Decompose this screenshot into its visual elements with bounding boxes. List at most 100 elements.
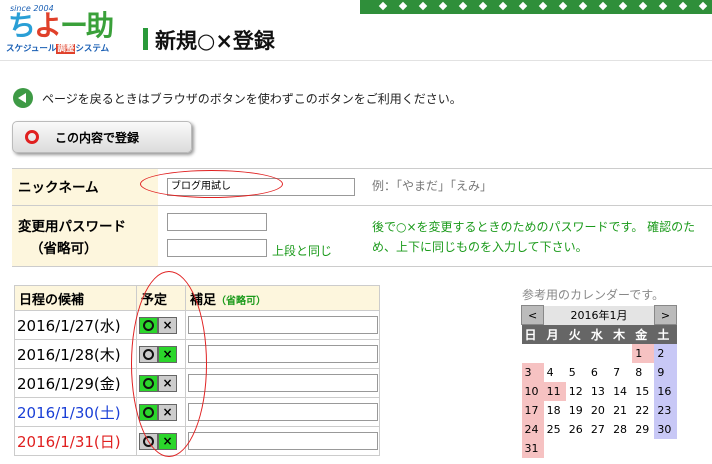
page-title: 新規○×登録 bbox=[155, 29, 275, 53]
note-input[interactable] bbox=[188, 316, 378, 334]
schedule-date: 2016/1/31(日) bbox=[14, 426, 137, 456]
calendar-week: 17 18 19 20 21 22 23 bbox=[521, 400, 677, 420]
schedule-note bbox=[185, 397, 380, 427]
back-arrow-icon[interactable] bbox=[13, 88, 33, 108]
calendar-day: 17 bbox=[521, 400, 544, 420]
calendar-month: 2016年1月 bbox=[543, 305, 655, 325]
calendar-day: 19 bbox=[568, 403, 583, 417]
password-input[interactable] bbox=[167, 213, 267, 231]
schedule-date: 2016/1/28(木) bbox=[14, 339, 137, 369]
note-input[interactable] bbox=[188, 432, 378, 450]
site-logo[interactable]: since 2004 ちよー助 スケジュール調整システム bbox=[6, 4, 118, 54]
calendar-day bbox=[632, 439, 654, 458]
schedule-note bbox=[185, 368, 380, 398]
calendar-day bbox=[588, 439, 610, 458]
entry-form: ニックネーム ブログ用試し 例：「やまだ」「えみ」 変更用パスワード （省略可） … bbox=[12, 168, 712, 267]
calendar-day: 23 bbox=[654, 400, 677, 420]
schedule-note bbox=[185, 426, 380, 456]
calendar-next-button[interactable]: > bbox=[653, 305, 678, 325]
calendar-day: 10 bbox=[521, 381, 544, 401]
calendar-day: 26 bbox=[568, 422, 583, 436]
calendar-day: 2 bbox=[654, 343, 677, 363]
calendar-weekday: 木 bbox=[610, 324, 633, 344]
calendar-day: 3 bbox=[521, 362, 544, 382]
calendar-day: 8 bbox=[635, 365, 643, 379]
schedule-date: 2016/1/29(金) bbox=[14, 368, 137, 398]
schedule-note bbox=[185, 339, 380, 369]
password-same-note: 上段と同じ bbox=[272, 244, 333, 258]
calendar-day: 4 bbox=[546, 365, 554, 379]
register-button[interactable]: この内容で登録 bbox=[12, 121, 192, 153]
back-instruction: ページを戻るときはブラウザのボタンを使わずこのボタンをご利用ください。 bbox=[42, 92, 462, 106]
calendar-day: 22 bbox=[635, 403, 650, 417]
calendar-week: 3456 789 bbox=[521, 362, 677, 382]
calendar-day: 1 bbox=[632, 343, 655, 363]
password-row: 変更用パスワード （省略可） 上段と同じ 後で○×を変更するときのためのパスワード… bbox=[12, 206, 712, 266]
divider bbox=[0, 60, 712, 61]
nickname-label: ニックネーム bbox=[12, 169, 158, 205]
calendar-nav: < 2016年1月 > bbox=[520, 305, 678, 325]
calendar-day: 16 bbox=[654, 381, 677, 401]
calendar-day bbox=[544, 344, 566, 363]
date-header: 日程の候補 bbox=[14, 285, 137, 311]
calendar-week: 24 25 26 27 28 29 30 bbox=[521, 419, 677, 439]
nickname-hint: 例：「やまだ」「えみ」 bbox=[372, 179, 493, 193]
calendar-week: 10 11 12 13 14 15 16 bbox=[521, 381, 677, 401]
annotation-circle-plan bbox=[131, 271, 207, 457]
password-confirm-input[interactable] bbox=[167, 239, 267, 257]
note-header: 補足（省略可） bbox=[185, 285, 380, 311]
calendar-day bbox=[522, 344, 544, 363]
calendar-day: 27 bbox=[590, 422, 605, 436]
calendar-day: 24 bbox=[521, 419, 544, 439]
schedule-note bbox=[185, 310, 380, 340]
calendar-day: 18 bbox=[546, 403, 561, 417]
calendar-day bbox=[610, 344, 632, 363]
reference-calendar: < 2016年1月 > 日月火水木金土 1 2 3 4 5 6 7 8 9 10 11 12 13 14 1… bbox=[520, 305, 678, 458]
calendar-week: 12 bbox=[522, 343, 677, 363]
calendar-weekday: 金 bbox=[632, 324, 655, 344]
calendar-day: 21 bbox=[613, 403, 628, 417]
note-input[interactable] bbox=[188, 345, 378, 363]
calendar-day: 11 bbox=[543, 381, 566, 401]
calendar-day: 12 bbox=[568, 384, 583, 398]
calendar-day: 20 bbox=[590, 403, 605, 417]
calendar-day: 28 bbox=[613, 422, 628, 436]
password-hint: 後で○×を変更するときのためのパスワードです。 確認のため、上下に同じものを入力… bbox=[372, 220, 696, 254]
register-button-label: この内容で登録 bbox=[55, 130, 140, 145]
calendar-weekday: 水 bbox=[587, 324, 611, 344]
logo-mark: ちよー助 bbox=[8, 9, 114, 42]
calendar-weekday: 月 bbox=[543, 324, 566, 344]
calendar-weekday: 土 bbox=[654, 324, 677, 344]
schedule-row: 2016/1/31(日) × bbox=[14, 426, 380, 456]
title-accent bbox=[143, 28, 148, 50]
calendar-day: 31 bbox=[521, 438, 544, 458]
circle-icon bbox=[25, 130, 39, 144]
calendar-day: 5 bbox=[568, 365, 576, 379]
calendar-caption: 参考用のカレンダーです。 bbox=[522, 288, 665, 302]
calendar-day bbox=[544, 439, 566, 458]
calendar-day: 7 bbox=[613, 365, 621, 379]
nickname-row: ニックネーム ブログ用試し 例：「やまだ」「えみ」 bbox=[12, 169, 712, 206]
schedule-date: 2016/1/30(土) bbox=[14, 397, 137, 427]
calendar-week: 31 bbox=[521, 438, 677, 458]
calendar-day bbox=[654, 439, 676, 458]
note-input[interactable] bbox=[188, 403, 378, 421]
calendar-day: 6 bbox=[590, 365, 598, 379]
calendar-weekday: 火 bbox=[565, 324, 588, 344]
password-label: 変更用パスワード （省略可） bbox=[12, 206, 158, 266]
calendar-day bbox=[566, 439, 588, 458]
calendar-day bbox=[566, 344, 588, 363]
calendar-day: 9 bbox=[654, 362, 677, 382]
header-decoration bbox=[360, 0, 712, 14]
calendar-day bbox=[588, 344, 610, 363]
calendar-prev-button[interactable]: < bbox=[520, 305, 545, 325]
calendar-day: 14 bbox=[613, 384, 628, 398]
calendar-day: 15 bbox=[635, 384, 650, 398]
note-input[interactable] bbox=[188, 374, 378, 392]
calendar-day bbox=[610, 439, 632, 458]
calendar-day: 13 bbox=[590, 384, 605, 398]
calendar-weekdays: 日月火水木金土 bbox=[521, 324, 677, 344]
schedule-date: 2016/1/27(水) bbox=[14, 310, 137, 340]
calendar-day: 30 bbox=[654, 419, 677, 439]
calendar-day: 29 bbox=[635, 422, 650, 436]
